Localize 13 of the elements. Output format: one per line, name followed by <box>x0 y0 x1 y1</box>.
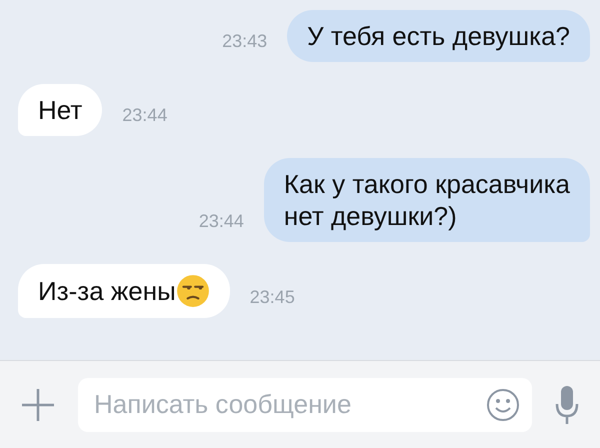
message-bubble: Из-за жены <box>18 264 230 318</box>
unamused-face-icon <box>176 274 210 308</box>
message-field[interactable]: Написать сообщение <box>78 378 532 432</box>
message-time: 23:44 <box>122 105 168 127</box>
message-time: 23:43 <box>222 31 268 53</box>
message-time: 23:45 <box>250 287 295 309</box>
message-bubble: Нет <box>18 84 102 136</box>
message-bubble: Как у такого красавчика нет девушки?) <box>264 158 590 242</box>
microphone-icon[interactable] <box>554 384 580 426</box>
smiley-icon[interactable] <box>486 388 520 422</box>
message-bubble: У тебя есть девушка? <box>287 10 590 62</box>
message-time: 23:44 <box>198 211 244 233</box>
plus-icon[interactable] <box>20 386 56 422</box>
